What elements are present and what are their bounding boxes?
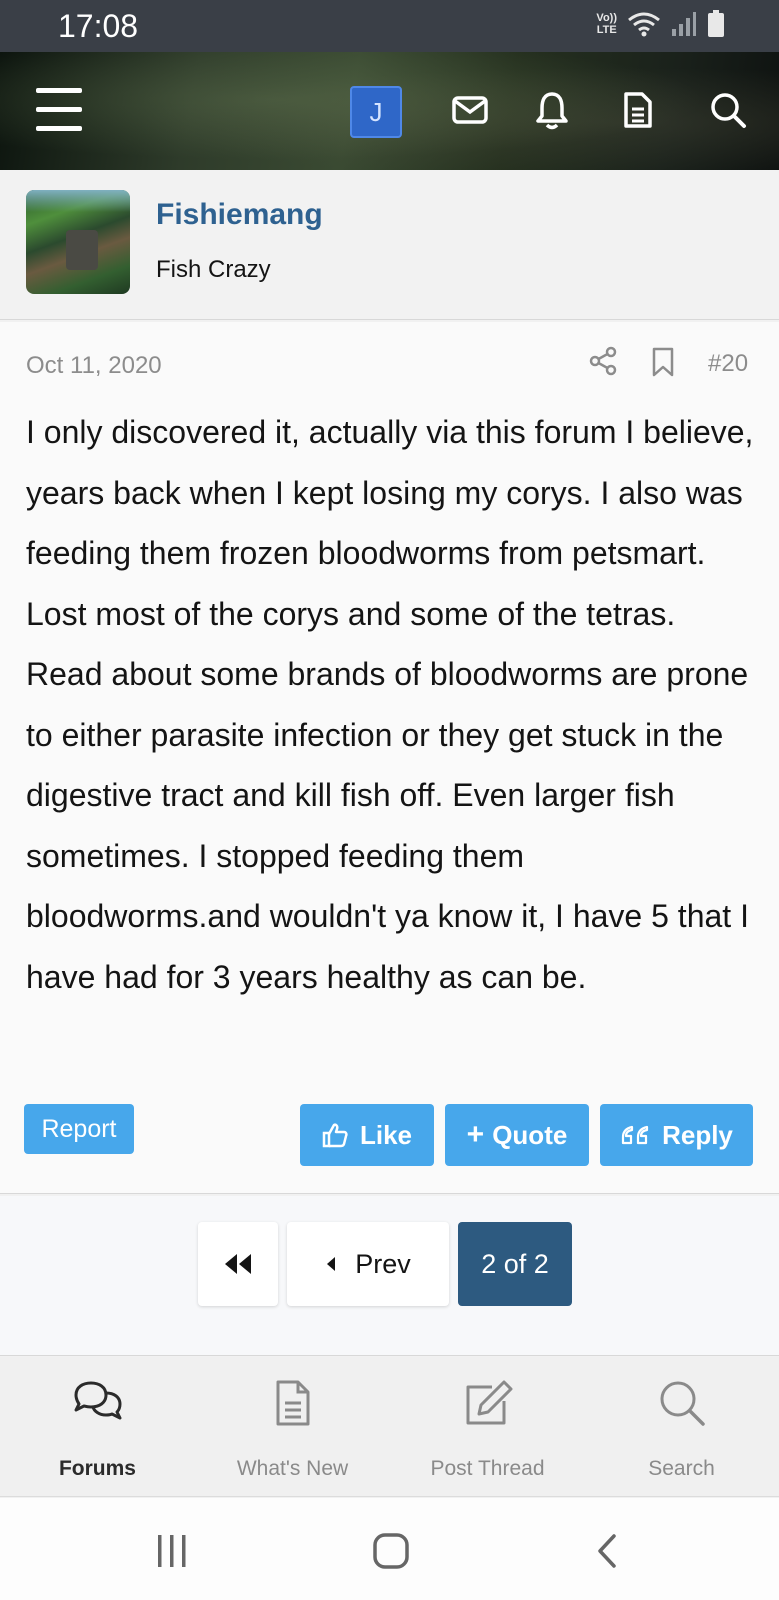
site-header: J [0, 52, 779, 170]
tab-whats-new[interactable]: What's New [195, 1357, 390, 1497]
menu-icon[interactable] [30, 82, 88, 138]
post: Oct 11, 2020 #20 I only discovered it, a… [0, 322, 779, 1194]
double-left-arrow-icon [225, 1254, 251, 1274]
status-icons: Vo)) LTE [596, 10, 725, 38]
back-icon [598, 1534, 616, 1568]
post-body: I only discovered it, actually via this … [26, 414, 754, 995]
search-icon[interactable] [706, 82, 750, 138]
back-button[interactable] [592, 1528, 622, 1574]
post-author-card: Fishiemang Fish Crazy [0, 170, 779, 320]
share-icon[interactable] [588, 346, 618, 376]
quote-button[interactable]: + Quote [445, 1104, 589, 1166]
recent-apps-icon [158, 1535, 186, 1567]
plus-icon: + [466, 1118, 485, 1151]
quote-marks-icon [621, 1125, 649, 1145]
tab-search[interactable]: Search [584, 1357, 779, 1497]
user-title: Fish Crazy [156, 256, 271, 283]
system-navigation-bar [0, 1498, 779, 1600]
home-icon [373, 1533, 409, 1569]
first-page-button[interactable] [198, 1222, 278, 1306]
status-time: 17:08 [58, 8, 139, 44]
search-icon [660, 1381, 705, 1426]
home-button[interactable] [368, 1528, 414, 1574]
tab-forums-label: Forums [58, 1457, 136, 1480]
status-bar: 17:08 Vo)) LTE [0, 0, 779, 52]
pagination: Prev 2 of 2 [0, 1196, 779, 1356]
edit-icon [466, 1380, 512, 1425]
left-caret-icon [327, 1257, 336, 1271]
bottom-tab-bar: Forums What's New Post Thread Search [0, 1357, 779, 1497]
thumbs-up-icon [322, 1123, 348, 1148]
post-number[interactable]: #20 [708, 350, 748, 378]
battery-icon [708, 10, 724, 37]
document-icon [276, 1380, 309, 1426]
bell-icon[interactable] [530, 82, 574, 138]
whats-new-icon[interactable] [616, 82, 660, 138]
current-page-indicator[interactable]: 2 of 2 [458, 1222, 572, 1306]
tab-search-label: Search [648, 1457, 715, 1480]
bookmark-icon[interactable] [650, 346, 676, 378]
wifi-icon [628, 12, 660, 37]
account-avatar[interactable]: J [350, 86, 402, 138]
tab-post-thread[interactable]: Post Thread [390, 1357, 585, 1497]
user-avatar[interactable] [26, 190, 130, 294]
signal-icon [672, 12, 696, 36]
username[interactable]: Fishiemang [156, 198, 323, 232]
forums-icon [74, 1381, 121, 1420]
tab-whats-new-label: What's New [236, 1457, 349, 1480]
volte-indicator: Vo)) LTE [596, 12, 617, 36]
tab-post-thread-label: Post Thread [430, 1457, 545, 1480]
tab-forums[interactable]: Forums [0, 1357, 195, 1497]
report-button[interactable]: Report [24, 1104, 134, 1154]
post-date[interactable]: Oct 11, 2020 [26, 352, 162, 380]
inbox-icon[interactable] [448, 82, 492, 138]
recent-apps-button[interactable] [150, 1528, 194, 1574]
prev-page-button[interactable]: Prev [287, 1222, 449, 1306]
reply-button[interactable]: Reply [600, 1104, 753, 1166]
like-button[interactable]: Like [300, 1104, 434, 1166]
